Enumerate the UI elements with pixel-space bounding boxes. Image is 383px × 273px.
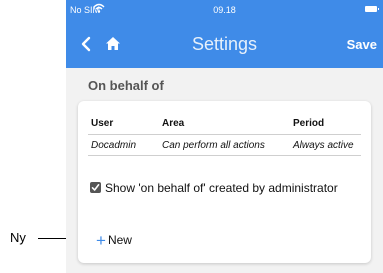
cell-area: Can perform all actions [159, 134, 290, 156]
callout-label: Ny [10, 230, 26, 245]
status-time: 09.18 [213, 5, 236, 15]
table-row[interactable]: Docadmin Can perform all actions Always … [88, 134, 361, 156]
new-button[interactable]: + New [96, 231, 132, 251]
navigation-bar: Settings Save [66, 20, 383, 68]
checkbox-checked-icon[interactable] [90, 182, 101, 193]
cell-period: Always active [290, 134, 361, 156]
cell-user: Docadmin [88, 134, 159, 156]
phone-screen: No SIM 09.18 Settings Save On behalf of … [66, 0, 383, 273]
battery-icon [365, 6, 379, 12]
plus-icon: + [96, 231, 106, 250]
status-bar: No SIM 09.18 [66, 0, 383, 20]
permissions-table: User Area Period Docadmin Can perform al… [88, 113, 361, 156]
on-behalf-card: User Area Period Docadmin Can perform al… [78, 101, 371, 263]
column-header-area: Area [159, 113, 290, 135]
show-on-behalf-checkbox[interactable]: Show 'on behalf of' created by administr… [90, 180, 360, 196]
section-title: On behalf of [88, 78, 164, 93]
page-title: Settings [191, 34, 258, 54]
table-header-row: User Area Period [88, 113, 361, 135]
checkbox-label: Show 'on behalf of' created by administr… [105, 181, 338, 195]
save-button[interactable]: Save [347, 37, 377, 52]
new-button-label: New [107, 233, 132, 247]
column-header-period: Period [290, 113, 361, 135]
column-header-user: User [88, 113, 159, 135]
